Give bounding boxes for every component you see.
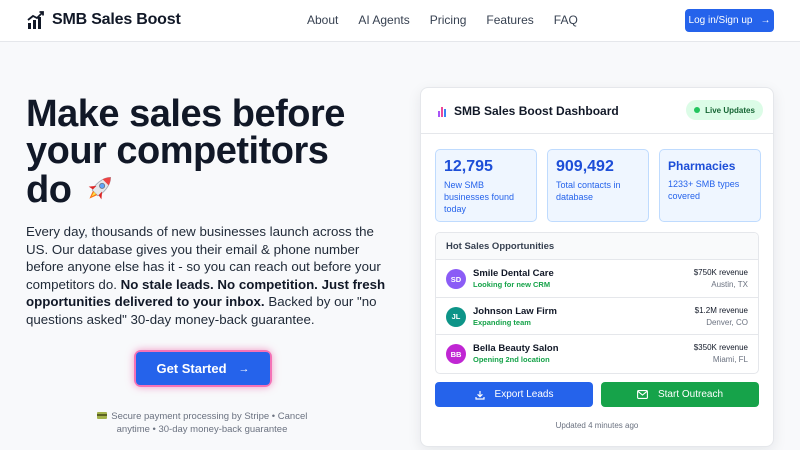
business-revenue: $350K revenue [693,343,748,352]
stat-label: New SMB businesses found today [444,180,515,214]
nav-link-about[interactable]: About [307,13,338,27]
opportunities-title: Hot Sales Opportunities [436,233,758,260]
bar-chart-trend-icon [27,11,44,29]
credit-card-icon [96,412,107,419]
avatar: SD [446,269,466,289]
nav-link-features[interactable]: Features [486,13,533,27]
arrow-right-icon: → [760,15,771,26]
avatar: BB [446,344,466,364]
dashboard-header: SMB Sales Boost Dashboard Live Updates [421,88,773,134]
stat-value: 12,795 [444,158,493,175]
get-started-label: Get Started [156,361,227,376]
hero-title-line-3: do [26,169,72,211]
mail-icon [637,390,648,399]
get-started-button[interactable]: Get Started → [136,352,270,385]
stat-card-business-types: Pharmacies 1233+ SMB types covered [659,149,761,222]
hero-title: Make sales before your competitors do [26,93,396,211]
list-item[interactable]: JL Johnson Law Firm Expanding team $1.2M… [436,298,758,335]
list-item[interactable]: BB Bella Beauty Salon Opening 2nd locati… [436,335,758,373]
business-location: Austin, TX [711,280,748,289]
business-name: Johnson Law Firm [473,305,557,317]
business-name: Bella Beauty Salon [473,343,559,354]
stat-value: Pharmacies [668,159,736,173]
main-nav: About AI Agents Pricing Features FAQ [307,13,598,27]
rocket-icon [88,176,111,200]
get-started-button-glow: Get Started → [136,352,270,385]
hero-description: Every day, thousands of new businesses l… [26,223,386,328]
nav-link-pricing[interactable]: Pricing [430,13,467,27]
dashboard-preview-card: SMB Sales Boost Dashboard Live Updates 1… [420,87,774,447]
business-note: Opening 2nd location [473,355,550,364]
nav-link-ai-agents[interactable]: AI Agents [358,13,409,27]
dashboard-title-wrap: SMB Sales Boost Dashboard [438,104,619,118]
stat-card-total-contacts: 909,492 Total contacts in database [547,149,649,222]
top-navbar: SMB Sales Boost About AI Agents Pricing … [0,0,800,42]
list-item[interactable]: SD Smile Dental Care Looking for new CRM… [436,260,758,298]
hero-title-line-1: Make sales before [26,93,345,135]
avatar: JL [446,306,466,327]
login-signup-button[interactable]: Log in/Sign up → [685,9,774,32]
dashboard-title: SMB Sales Boost Dashboard [454,104,619,118]
export-leads-label: Export Leads [494,389,554,400]
secure-note-line-2: anytime • 30-day money-back guarantee [116,423,288,435]
hot-sales-opportunities-list: Hot Sales Opportunities SD Smile Dental … [435,232,759,374]
business-note: Expanding team [473,317,531,327]
secure-note-line-1: Secure payment processing by Stripe • Ca… [111,411,308,422]
start-outreach-button[interactable]: Start Outreach [601,382,759,407]
bar-chart-icon [438,107,446,117]
arrow-right-icon: → [238,362,250,375]
live-updates-label: Live Updates [705,105,755,115]
login-signup-label: Log in/Sign up [688,15,753,26]
start-outreach-label: Start Outreach [657,389,724,400]
secure-payment-note: Secure payment processing by Stripe • Ca… [96,411,308,436]
stat-label: Total contacts in database [556,180,621,202]
live-status-dot [694,107,701,113]
business-revenue: $750K revenue [693,268,748,277]
download-icon [474,390,485,400]
hero-title-line-2: your competitors [26,130,329,172]
stats-row: 12,795 New SMB businesses found today 90… [435,149,761,222]
nav-link-faq[interactable]: FAQ [554,13,578,27]
business-location: Miami, FL [712,355,748,364]
live-updates-badge: Live Updates [686,100,763,120]
last-updated-text: Updated 4 minutes ago [555,421,639,430]
business-name: Smile Dental Care [473,268,554,279]
business-location: Denver, CO [706,317,748,327]
stat-value: 909,492 [556,158,614,175]
business-note: Looking for new CRM [473,280,551,289]
business-revenue: $1.2M revenue [694,305,748,315]
brand-logo[interactable]: SMB Sales Boost [27,10,181,30]
stat-card-new-businesses: 12,795 New SMB businesses found today [435,149,537,222]
export-leads-button[interactable]: Export Leads [435,382,593,407]
brand-name: SMB Sales Boost [52,11,181,28]
stat-label: 1233+ SMB types covered [668,179,740,201]
